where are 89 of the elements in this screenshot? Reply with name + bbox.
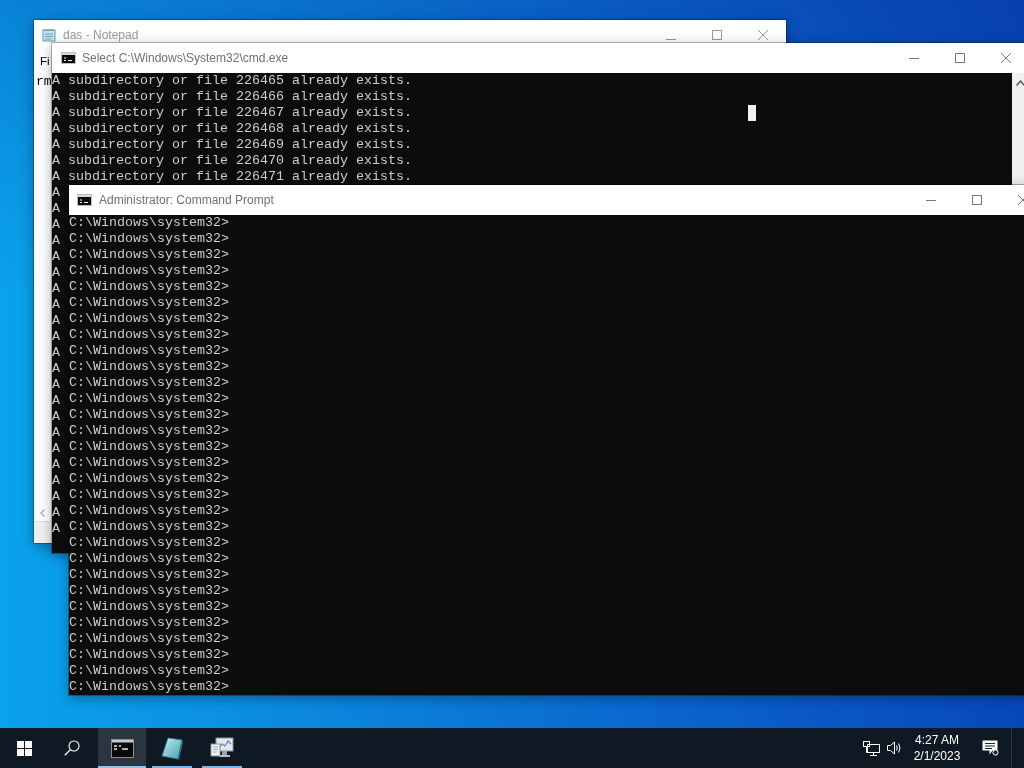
console-line: A	[52, 249, 60, 265]
console-line: C:\Windows\system32>	[69, 503, 229, 519]
console-line: A subdirectory or file 226465 already exists.	[52, 73, 412, 89]
console-line: C:\Windows\system32>	[69, 375, 229, 391]
console-line: C:\Windows\system32>	[69, 487, 229, 503]
console-line: A	[52, 473, 60, 489]
console-line: A	[52, 281, 60, 297]
notepad-icon	[42, 28, 56, 42]
console-line: C:\Windows\system32>	[69, 663, 229, 679]
console-line: A	[52, 265, 60, 281]
close-icon	[758, 30, 768, 40]
console-line: C:\Windows\system32>	[69, 423, 229, 439]
window-title: Administrator: Command Prompt	[99, 193, 274, 207]
console-line: A subdirectory or file 226468 already exists.	[52, 121, 412, 137]
taskbar-button[interactable]	[98, 728, 146, 768]
console-line: C:\Windows\system32>	[69, 311, 229, 327]
console-line: A	[52, 441, 60, 457]
console-line: C:\Windows\system32>	[69, 231, 229, 247]
console-line: C:\Windows\system32>	[69, 647, 229, 663]
console-line: A	[52, 409, 60, 425]
monitor-chart-icon	[210, 737, 234, 759]
console-line: C:\Windows\system32>	[69, 455, 229, 471]
console-line: A	[52, 233, 60, 249]
scroll-up-icon[interactable]	[1016, 80, 1024, 86]
console-line: A	[52, 185, 60, 201]
console-line: C:\Windows\system32>	[69, 359, 229, 375]
console-line: A	[52, 489, 60, 505]
console-line: C:\Windows\system32>	[69, 615, 229, 631]
console-line: C:\Windows\system32>	[69, 631, 229, 647]
console-line: A	[52, 217, 60, 233]
console-line: A	[52, 297, 60, 313]
console-line: A	[52, 393, 60, 409]
maximize-icon	[972, 195, 982, 205]
notepad-icon	[161, 736, 183, 760]
window-title: Select C:\Windows\System32\cmd.exe	[82, 51, 289, 65]
start-icon	[16, 740, 32, 756]
window-title: das - Notepad	[63, 28, 139, 42]
console-line: C:\Windows\system32>	[69, 551, 229, 567]
document-text: rm	[36, 74, 52, 90]
console-line: A	[52, 313, 60, 329]
console-line: A	[52, 505, 60, 521]
terminal-icon	[61, 52, 76, 64]
terminal-icon	[110, 738, 134, 758]
console-line: C:\Windows\system32>	[69, 535, 229, 551]
minimize-icon	[666, 39, 676, 40]
minimize-icon	[926, 199, 936, 201]
console-line: C:\Windows\system32>	[69, 215, 229, 231]
maximize-icon	[955, 53, 965, 63]
console-line: C:\Windows\system32>	[69, 471, 229, 487]
console-line: C:\Windows\system32>	[69, 391, 229, 407]
console-line: C:\Windows\system32>	[69, 343, 229, 359]
console-line: A subdirectory or file 226470 already exists.	[52, 153, 412, 169]
console-line: A	[52, 329, 60, 345]
minimize-icon	[909, 57, 919, 59]
scroll-left-icon[interactable]	[40, 508, 45, 517]
block-cursor-icon	[748, 105, 756, 121]
console-line: A	[52, 521, 60, 537]
search-icon	[64, 740, 80, 756]
network-icon	[862, 740, 880, 756]
console-line: C:\Windows\system32>	[69, 679, 229, 695]
close-icon	[1001, 53, 1011, 63]
terminal-icon	[77, 194, 92, 206]
console-line: C:\Windows\system32>	[69, 567, 229, 583]
console-line: C:\Windows\system32>	[69, 263, 229, 279]
console-line: A	[52, 201, 60, 217]
console-line: C:\Windows\system32>	[69, 327, 229, 343]
status-bar	[34, 521, 51, 543]
console-line: C:\Windows\system32>	[69, 439, 229, 455]
console-line: A	[52, 377, 60, 393]
speaker-icon	[886, 741, 902, 755]
console-line: A subdirectory or file 226471 already exists.	[52, 169, 412, 185]
console-line: C:\Windows\system32>	[69, 407, 229, 423]
menu-item[interactable]: Fi	[34, 54, 50, 68]
clock[interactable]: 4:27 AM 2/1/2023	[905, 728, 969, 768]
console-line: C:\Windows\system32>	[69, 583, 229, 599]
notification-icon	[981, 740, 999, 756]
console-line: A	[52, 345, 60, 361]
console-line: A	[52, 457, 60, 473]
console-line: C:\Windows\system32>	[69, 295, 229, 311]
console-line: A subdirectory or file 226467 already exists.	[52, 105, 412, 121]
console-line: C:\Windows\system32>	[69, 279, 229, 295]
console-line: C:\Windows\system32>	[69, 247, 229, 263]
console-line: A	[52, 361, 60, 377]
console-line: A subdirectory or file 226466 already exists.	[52, 89, 412, 105]
maximize-icon	[712, 30, 722, 40]
console-line: C:\Windows\system32>	[69, 599, 229, 615]
console-line: A subdirectory or file 226469 already exists.	[52, 137, 412, 153]
console-line: A	[52, 425, 60, 441]
console-line: C:\Windows\system32>	[69, 519, 229, 535]
